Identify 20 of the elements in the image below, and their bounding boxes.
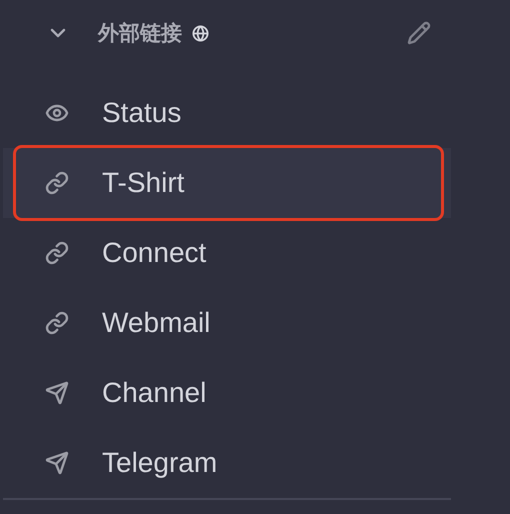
item-label: Telegram: [102, 447, 218, 479]
item-label: Webmail: [102, 307, 210, 339]
link-item[interactable]: Channel: [3, 358, 451, 428]
link-icon: [45, 311, 69, 335]
paper-plane-icon: [45, 451, 69, 475]
link-item[interactable]: Status: [3, 78, 451, 148]
item-label: T-Shirt: [102, 167, 184, 199]
edit-button[interactable]: [407, 21, 431, 45]
item-label: Connect: [102, 237, 206, 269]
paper-plane-icon: [45, 381, 69, 405]
link-item[interactable]: T-Shirt: [3, 148, 451, 218]
link-item[interactable]: Telegram: [3, 428, 451, 498]
item-label: Status: [102, 97, 182, 129]
link-icon: [45, 241, 69, 265]
link-item[interactable]: Webmail: [3, 288, 451, 358]
link-item[interactable]: Connect: [3, 218, 451, 288]
item-label: Channel: [102, 377, 206, 409]
link-icon: [45, 171, 69, 195]
globe-icon: [192, 24, 209, 42]
section-title: 外部链接: [98, 20, 182, 47]
